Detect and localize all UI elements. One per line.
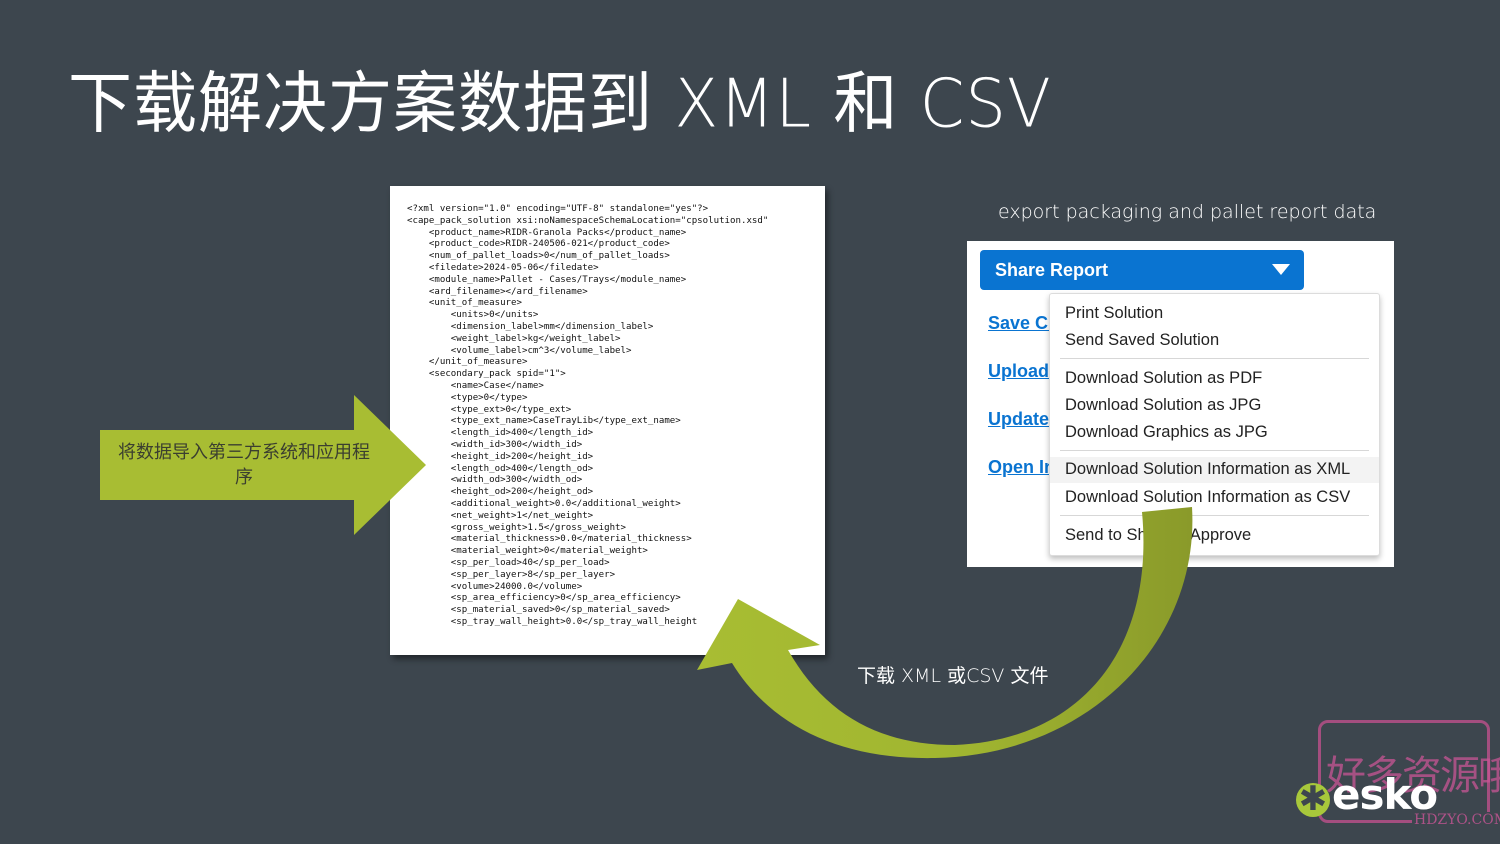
slide-title: 下载解决方案数据到 XML 和 CSV: [68, 65, 1052, 144]
menu-item-send-to-share-approve[interactable]: Send to Share & Approve: [1050, 523, 1379, 549]
chevron-down-icon: [1272, 264, 1290, 275]
xml-document-preview: <?xml version="1.0" encoding="UTF-8" sta…: [390, 186, 825, 655]
menu-divider: [1060, 515, 1369, 516]
menu-item-download-jpg[interactable]: Download Solution as JPG: [1050, 393, 1379, 419]
menu-item-send-saved-solution[interactable]: Send Saved Solution: [1050, 328, 1379, 354]
menu-item-print-solution[interactable]: Print Solution: [1050, 301, 1379, 327]
upload-link[interactable]: Upload: [988, 361, 1058, 382]
import-arrow-label: 将数据导入第三方系统和应用程序: [118, 442, 370, 488]
save-link[interactable]: Save Cr: [988, 313, 1058, 334]
menu-divider: [1060, 450, 1369, 451]
share-report-menu: Print Solution Send Saved Solution Downl…: [1049, 293, 1380, 556]
esko-wordmark: esko: [1332, 770, 1438, 819]
menu-item-download-csv[interactable]: Download Solution Information as CSV: [1050, 485, 1379, 511]
share-report-label: Share Report: [995, 260, 1109, 280]
download-caption: 下载 XML 或CSV 文件: [857, 665, 1049, 687]
update-link[interactable]: Update: [988, 409, 1058, 430]
xml-content: <?xml version="1.0" encoding="UTF-8" sta…: [407, 204, 769, 627]
menu-item-download-graphics-jpg[interactable]: Download Graphics as JPG: [1050, 420, 1379, 446]
open-in-link[interactable]: Open In: [988, 457, 1058, 478]
export-caption: export packaging and pallet report data: [998, 201, 1377, 223]
menu-item-download-xml[interactable]: Download Solution Information as XML: [1050, 457, 1379, 483]
esko-star-icon: ✱: [1296, 779, 1330, 819]
share-report-button[interactable]: Share Report: [980, 250, 1304, 290]
menu-item-download-pdf[interactable]: Download Solution as PDF: [1050, 366, 1379, 392]
menu-divider: [1060, 358, 1369, 359]
